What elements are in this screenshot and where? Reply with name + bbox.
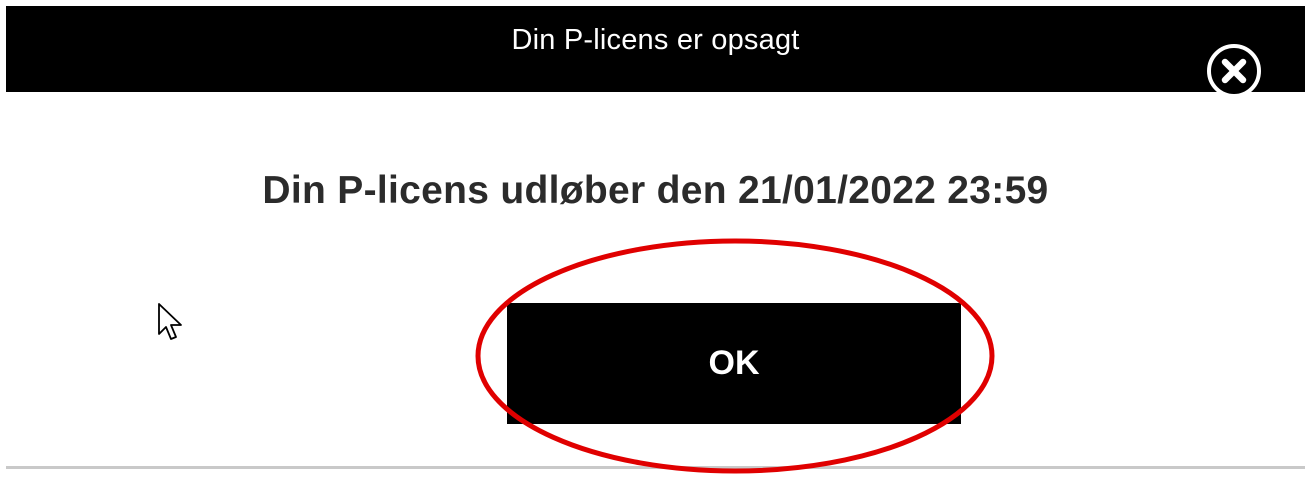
close-circle-icon <box>1207 44 1261 98</box>
expiry-message: Din P-licens udløber den 21/01/2022 23:5… <box>262 169 1049 212</box>
license-dialog: Din P-licens er opsagt Din P-licens udlø… <box>6 6 1305 469</box>
page: Din P-licens er opsagt Din P-licens udlø… <box>0 0 1313 477</box>
close-button[interactable] <box>1205 42 1263 100</box>
dialog-title: Din P-licens er opsagt <box>511 24 800 56</box>
dialog-titlebar: Din P-licens er opsagt <box>6 6 1305 92</box>
ok-button[interactable]: OK <box>507 303 961 424</box>
